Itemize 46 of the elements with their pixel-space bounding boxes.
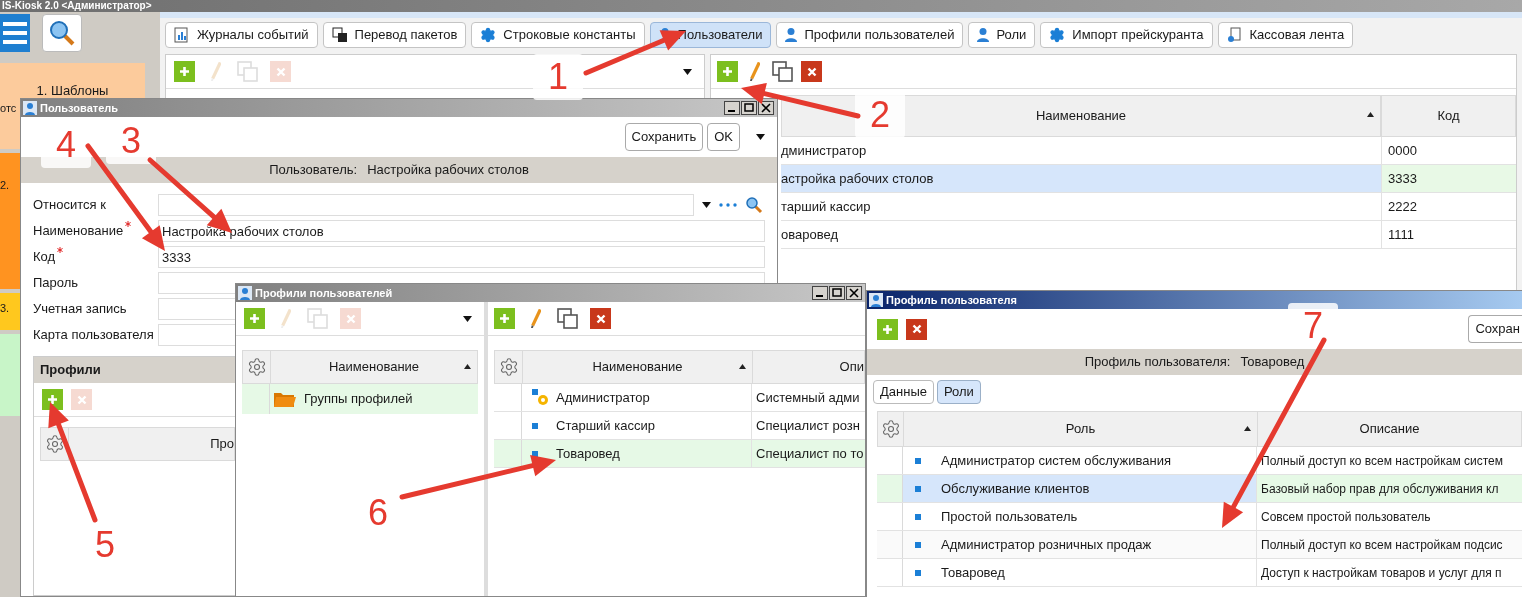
table-cell-text: дминистратор [781, 141, 868, 160]
field-label: Пароль [33, 274, 79, 293]
table-cell-text: Полный доступ ко всем настройкам систем [1261, 452, 1503, 470]
table-cell-text: Администратор розничных продаж [941, 535, 1152, 554]
panel-title: Профили [34, 357, 235, 383]
header-caption: Профиль пользователя: [1084, 353, 1231, 372]
field-label: Наименование [33, 222, 124, 241]
step-number: 2 [855, 92, 905, 138]
app-title: IS-Kiosk 2.0 <Администратор> [2, 0, 152, 12]
table-cell-text: Полный доступ ко всем настройкам подсис [1261, 536, 1503, 554]
table-cell: 0000 [1381, 137, 1516, 164]
window-title: Профиль пользователя [886, 292, 1017, 308]
table-cell: 3333 [1381, 165, 1516, 192]
table-cell-text: Специалист розн [756, 416, 860, 435]
header-value: Товаровед [1240, 353, 1305, 372]
tile-label: 2. [0, 178, 10, 192]
table-cell-text: Совсем простой пользователь [1261, 508, 1431, 526]
field-label: Карта пользователя [33, 326, 154, 345]
header-value: Настройка рабочих столов [367, 161, 529, 180]
table-cell-text: Старший кассир [556, 416, 655, 435]
field-label: Относится к [33, 196, 106, 215]
window-title: Профили пользователей [255, 285, 393, 301]
table-cell: 2222 [1381, 193, 1516, 220]
table-cell-text: Товаровед [941, 563, 1005, 582]
table-cell-text: Администратор систем обслуживания [941, 451, 1171, 470]
table-cell-text: Простой пользователь [941, 507, 1078, 526]
window-title: Пользователь [40, 100, 118, 116]
tile-label: отс [0, 100, 17, 115]
tree-label: Группы профилей [304, 390, 413, 409]
table-cell-text: Базовый набор прав для обслуживания кл [1261, 480, 1499, 498]
header-caption: Пользователь: [269, 161, 358, 180]
table-cell-text: астройка рабочих столов [781, 169, 935, 188]
table-cell-text: Администратор [556, 388, 650, 407]
field-label: Код [33, 248, 56, 267]
table-cell-text: Специалист по то [756, 444, 864, 463]
tile-label: 1. Шаблоны [36, 82, 109, 100]
table-cell-text: Товаровед [556, 444, 620, 463]
tile-label: 3. [0, 301, 10, 315]
step-number: 1 [533, 54, 583, 100]
table-cell-text: Обслуживание клиентов [941, 479, 1090, 498]
field-label: Учетная запись [33, 300, 127, 319]
table-cell-text: Системный адми [756, 388, 860, 407]
table-cell-text: тарший кассир [781, 197, 872, 216]
table-cell-text: Доступ к настройкам товаров и услуг для п [1261, 564, 1502, 582]
table-cell-text: оваровед [781, 225, 839, 244]
table-cell: 1111 [1381, 221, 1516, 248]
